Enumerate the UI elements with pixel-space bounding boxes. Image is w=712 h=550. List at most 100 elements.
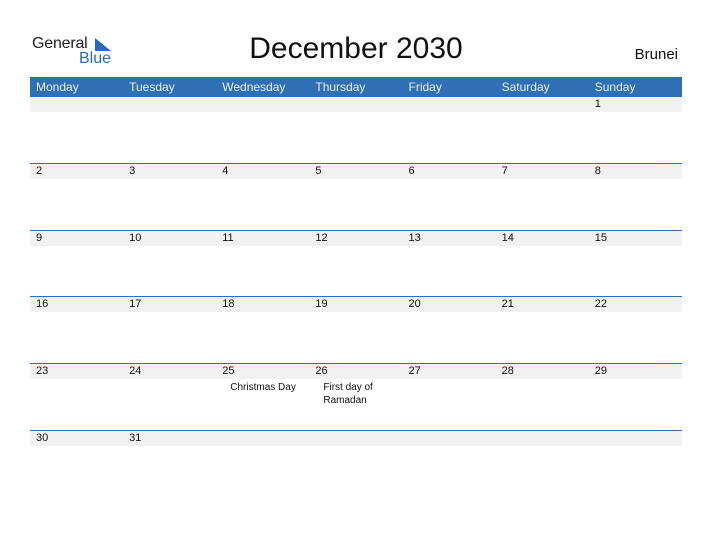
day-number: 21 [501,298,514,310]
weekday-sunday: Sunday [594,80,636,94]
day-cell: 30 [30,431,124,498]
day-cell: 14 [495,231,589,298]
day-strip [309,164,403,179]
day-cell: 17 [123,297,217,364]
day-strip [402,164,496,179]
day-number: 31 [129,432,142,444]
day-number: 1 [594,98,601,110]
day-cell: 28 [495,364,589,431]
day-cell: 4 [216,164,310,231]
day-cell: 21 [495,297,589,364]
day-cell: 12 [309,231,403,298]
day-number: 14 [501,232,514,244]
day-cell [309,97,403,164]
day-cell: 23 [30,364,124,431]
day-strip [216,164,310,179]
week-row: 9 10 11 12 13 14 15 [30,230,682,298]
day-cell: 29 [588,364,682,431]
weekday-tuesday: Tuesday [129,80,175,94]
day-cell: 24 [123,364,217,431]
day-strip [495,164,589,179]
page-title: December 2030 [249,32,463,65]
day-number: 26 [315,365,328,377]
day-cell [495,97,589,164]
day-number: 29 [594,365,607,377]
country-label: Brunei [634,46,678,63]
day-number: 10 [129,232,142,244]
day-cell [30,97,124,164]
weekday-header: Monday Tuesday Wednesday Thursday Friday… [30,77,682,97]
day-cell: 3 [123,164,217,231]
day-strip [309,97,403,112]
day-strip [30,97,124,112]
day-strip [30,164,124,179]
weekday-monday: Monday [36,80,79,94]
week-row: 23 24 25 Christmas Day 26 First day of Ramada… [30,363,682,431]
day-cell: 20 [402,297,496,364]
day-cell: 15 [588,231,682,298]
day-number: 19 [315,298,328,310]
day-number: 23 [36,365,49,377]
day-number: 16 [36,298,49,310]
day-cell [309,431,403,498]
day-number: 2 [36,165,43,177]
day-cell [402,97,496,164]
day-strip [216,431,310,446]
day-number: 24 [129,365,142,377]
weekday-friday: Friday [408,80,442,94]
day-number: 15 [594,232,607,244]
weekday-thursday: Thursday [315,80,366,94]
day-strip [216,97,310,112]
day-number: 3 [129,165,136,177]
week-row: 30 31 [30,430,682,498]
day-cell [216,431,310,498]
day-number: 28 [501,365,514,377]
day-cell: 19 [309,297,403,364]
day-strip [309,431,403,446]
day-cell: 27 [402,364,496,431]
day-cell: 11 [216,231,310,298]
day-strip [495,431,589,446]
day-number: 12 [315,232,328,244]
day-number: 7 [501,165,508,177]
day-cell [402,431,496,498]
day-cell: 8 [588,164,682,231]
day-cell: 22 [588,297,682,364]
day-strip [123,164,217,179]
day-cell: 31 [123,431,217,498]
day-cell [123,97,217,164]
day-number: 6 [408,165,415,177]
day-number: 9 [36,232,43,244]
day-number: 8 [594,165,601,177]
week-row: 16 17 18 19 20 21 22 [30,296,682,364]
day-cell: 26 First day of Ramadan [309,364,403,431]
day-number: 20 [408,298,421,310]
day-number: 17 [129,298,142,310]
day-number: 27 [408,365,421,377]
day-cell: 9 [30,231,124,298]
day-cell: 5 [309,164,403,231]
day-cell: 13 [402,231,496,298]
day-cell: 10 [123,231,217,298]
week-row: 1 [30,97,682,164]
holiday-label: Christmas Day [230,382,296,393]
weekday-wednesday: Wednesday [222,80,286,94]
day-number: 22 [594,298,607,310]
day-strip [402,97,496,112]
day-cell: 25 Christmas Day [216,364,310,431]
day-number: 30 [36,432,49,444]
day-cell [495,431,589,498]
holiday-label: First day of Ramadan [323,382,373,406]
day-strip [588,431,682,446]
day-number: 13 [408,232,421,244]
day-cell: 1 [588,97,682,164]
day-cell: 18 [216,297,310,364]
day-strip [30,231,124,246]
day-cell: 7 [495,164,589,231]
day-strip [123,97,217,112]
day-cell: 2 [30,164,124,231]
day-number: 25 [222,365,235,377]
day-strip [588,97,682,112]
day-cell [588,431,682,498]
weekday-saturday: Saturday [501,80,550,94]
